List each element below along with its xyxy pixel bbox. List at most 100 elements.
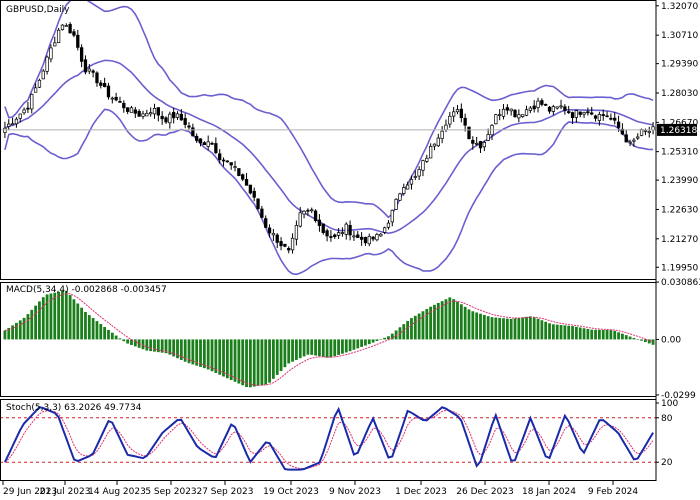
macd-tick-label: 0.030863 — [661, 278, 700, 288]
candle-body — [398, 193, 402, 201]
macd-bar — [333, 339, 337, 357]
macd-bar — [348, 339, 352, 352]
macd-bar — [444, 299, 448, 340]
macd-bar — [624, 335, 628, 340]
candle-body — [425, 157, 429, 162]
candle-body — [198, 138, 203, 144]
candle-body — [317, 219, 322, 226]
candle-body — [333, 234, 337, 238]
candle-body — [149, 112, 153, 115]
macd-bar — [352, 339, 356, 350]
macd-bar — [202, 339, 206, 369]
macd-bar — [68, 295, 72, 340]
candle-body — [544, 103, 548, 106]
stoch-tick-label: 80 — [661, 414, 673, 424]
candle-body — [306, 209, 310, 212]
candle-body — [60, 24, 65, 30]
price-tick-label: 1.28030 — [661, 89, 698, 99]
x-tick-label: 21 Jul 2023 — [40, 487, 91, 497]
macd-bar — [153, 339, 156, 352]
macd-bar — [452, 299, 456, 340]
candle-body — [455, 109, 460, 113]
macd-bar — [107, 329, 110, 340]
candle-body — [287, 248, 291, 251]
macd-bar — [601, 329, 605, 340]
candle-body — [379, 233, 383, 237]
candle-body — [375, 234, 379, 241]
candle-body — [344, 223, 348, 235]
candle-body — [145, 113, 149, 117]
macd-bar — [490, 317, 494, 340]
macd-bar — [38, 301, 41, 340]
candle-body — [582, 112, 586, 115]
candle-body — [310, 209, 314, 212]
macd-bar — [18, 320, 22, 340]
candle-body — [110, 97, 114, 100]
macd-bar — [548, 323, 551, 340]
macd-bar — [559, 325, 563, 340]
macd-bar — [287, 339, 291, 364]
macd-bar — [459, 304, 463, 340]
macd-bar — [644, 339, 647, 343]
candle-body — [294, 225, 299, 240]
chart-root: 1.26318 1.32070 1.30710 1.29390 1.28030 1.266… — [0, 0, 700, 500]
trading-chart: 1.263181.320701.307101.293901.280301.266… — [0, 0, 700, 497]
price-tick-label: 1.22630 — [661, 205, 698, 215]
macd-bar — [302, 339, 306, 357]
macd-bar — [245, 339, 248, 388]
candle-body — [590, 112, 594, 115]
macd-bar — [126, 339, 130, 344]
macd-bar — [582, 328, 586, 340]
candle-body — [160, 115, 164, 120]
macd-bar — [364, 339, 367, 346]
macd-bar — [321, 339, 325, 357]
macd-bar — [145, 339, 149, 351]
candle-body — [102, 82, 107, 88]
candle-body — [555, 106, 559, 109]
candle-body — [141, 113, 145, 117]
macd-bar — [421, 311, 425, 340]
candle-body — [513, 109, 517, 118]
candle-body — [540, 100, 544, 105]
candle-body — [218, 153, 222, 160]
macd-bar — [225, 339, 229, 379]
candle-body — [30, 94, 34, 110]
macd-bar — [264, 339, 268, 385]
candle-body — [501, 108, 506, 117]
candle-body — [225, 160, 230, 163]
macd-bar — [337, 339, 340, 355]
candle-body — [187, 125, 191, 128]
price-tick-label: 1.19950 — [661, 263, 698, 273]
candle-body — [402, 187, 406, 194]
macd-bar — [513, 318, 517, 340]
candle-body — [168, 113, 172, 124]
macd-bar — [298, 339, 302, 359]
candle-body — [267, 227, 272, 234]
macd-bar — [567, 325, 571, 340]
candle-body — [547, 106, 552, 112]
candle-body — [363, 237, 368, 244]
candle-body — [639, 129, 644, 136]
macd-bar — [360, 339, 363, 347]
candle-body — [651, 126, 655, 131]
macd-bar — [271, 339, 275, 379]
macd-bar — [61, 290, 64, 340]
macd-bar — [571, 326, 574, 340]
x-tick-label: 5 Sep 2023 — [145, 487, 196, 497]
candle-body — [179, 113, 183, 121]
candle-body — [45, 56, 49, 72]
macd-bar — [367, 339, 371, 345]
macd-bar — [237, 339, 241, 384]
macd-bar — [122, 339, 126, 342]
macd-bar — [256, 339, 260, 386]
x-tick-label: 1 Dec 2023 — [395, 487, 447, 497]
macd-bar — [609, 330, 613, 340]
candle-body — [444, 124, 448, 131]
candle-body — [390, 209, 394, 223]
x-tick-label: 9 Nov 2023 — [329, 487, 381, 497]
macd-bar — [410, 318, 413, 340]
macd-bar — [540, 320, 544, 340]
candle-body — [275, 234, 279, 243]
candle-body — [432, 143, 437, 147]
candle-body — [628, 141, 632, 144]
